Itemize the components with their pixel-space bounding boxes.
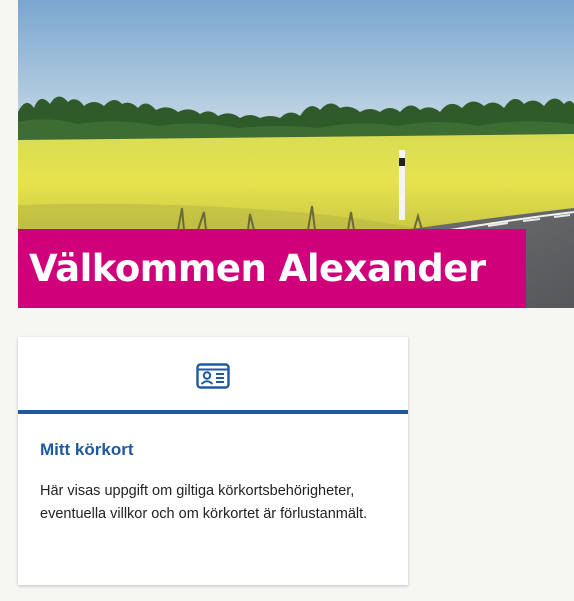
id-card-icon (196, 362, 230, 389)
card-body: Mitt körkort Här visas uppgift om giltig… (18, 414, 408, 526)
card-icon-area (18, 337, 408, 414)
start-page: Välkommen Alexander Mitt körkort Här vis… (0, 0, 574, 601)
mitt-korkort-card[interactable]: Mitt körkort Här visas uppgift om giltig… (18, 337, 408, 585)
card-title[interactable]: Mitt körkort (40, 440, 386, 460)
welcome-heading: Välkommen Alexander (18, 229, 526, 308)
card-description: Här visas uppgift om giltiga körkortsbeh… (40, 483, 368, 522)
